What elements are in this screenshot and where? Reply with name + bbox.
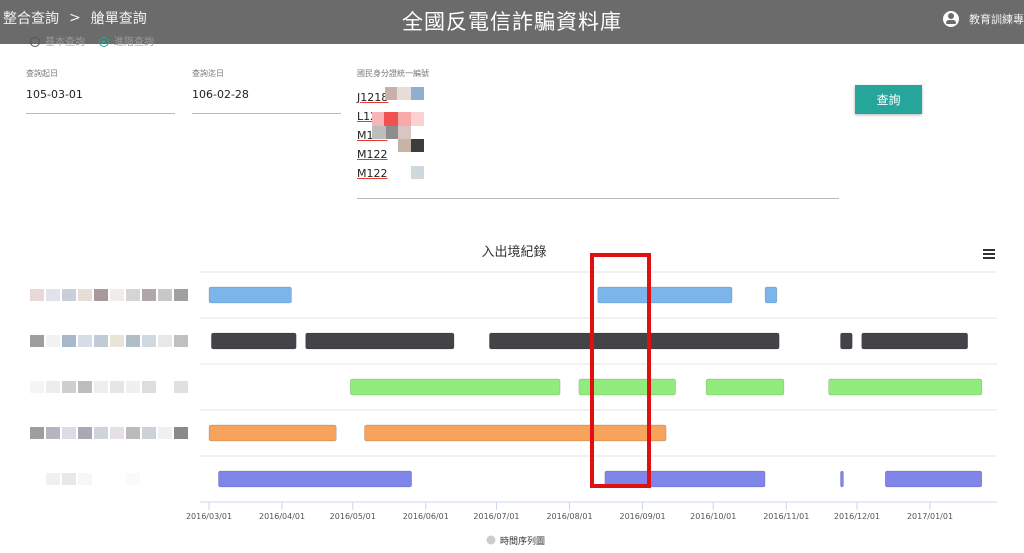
redacted-row-label [30,381,188,393]
mode-advanced-label: 進階查詢 [114,37,154,48]
timeline-bar[interactable] [208,424,337,442]
x-tick-label: 2016/04/01 [259,512,305,521]
timeline-bar[interactable] [764,286,778,304]
timeline-bar[interactable] [828,378,983,396]
id-entry: M122 [357,148,388,161]
user-menu[interactable]: 教育訓練專 [943,11,1024,27]
app-title: 全國反電信詐騙資料庫 [402,10,622,34]
x-tick-label: 2017/01/01 [907,512,953,521]
timeline-bar[interactable] [305,332,455,350]
legend-marker [486,535,496,545]
timeline-bar[interactable] [211,332,297,350]
x-tick-label: 2016/09/01 [619,512,665,521]
search-button[interactable]: 查詢 [855,85,922,114]
id-number-field[interactable]: 國民身分證統一編號 [357,68,839,200]
highlight-box [590,253,651,488]
end-date-value[interactable]: 106-02-28 [192,88,341,101]
timeline-bar[interactable] [350,378,561,396]
start-date-label: 查詢起日 [26,69,58,78]
chart-title: 入出境紀錄 [481,245,546,260]
timeline-bar[interactable] [208,286,292,304]
legend-label: 時間序列圖 [500,535,545,547]
end-date-field[interactable]: 查詢迄日 106-02-28 [192,68,341,116]
mode-basic[interactable]: 基本查詢 [30,33,85,48]
timeline-bar[interactable] [705,378,785,396]
x-tick-label: 2016/08/01 [546,512,592,521]
timeline-bar[interactable] [218,470,412,488]
travel-record-timeline-chart: 入出境紀錄 2016/03/01 2016/04/01 2016/05/01 2016… [30,245,997,547]
redacted-row-label [30,473,188,485]
account-icon[interactable] [943,11,959,27]
chart-legend[interactable]: 時間序列圖 [486,535,546,547]
id-number-label: 國民身分證統一編號 [357,69,429,78]
timeline-bar[interactable] [884,470,983,488]
timeline-bar[interactable] [840,470,844,488]
end-date-label: 查詢迄日 [192,69,224,78]
timeline-bar[interactable] [861,332,968,350]
search-mode-group: 基本查詢 進階查詢 [30,33,154,48]
x-tick-label: 2016/07/01 [473,512,519,521]
mode-basic-label: 基本查詢 [45,37,85,48]
radio-advanced[interactable] [99,37,109,47]
x-tick-label: 2016/11/01 [763,512,809,521]
user-name: 教育訓練專 [969,13,1024,26]
id-entry: M122 [357,167,388,180]
x-tick-label: 2016/05/01 [330,512,376,521]
redacted-row-label [30,289,188,301]
x-tick-label: 2016/03/01 [186,512,232,521]
x-tick-label: 2016/10/01 [690,512,736,521]
start-date-value[interactable]: 105-03-01 [26,88,175,101]
start-date-field[interactable]: 查詢起日 105-03-01 [26,68,175,116]
radio-basic[interactable] [30,37,40,47]
redacted-row-label [30,427,188,439]
x-tick-label: 2016/06/01 [403,512,449,521]
redacted-row-label [30,335,188,347]
x-tick-label: 2016/12/01 [834,512,880,521]
timeline-bar[interactable] [840,332,853,350]
mode-advanced[interactable]: 進階查詢 [99,33,154,48]
